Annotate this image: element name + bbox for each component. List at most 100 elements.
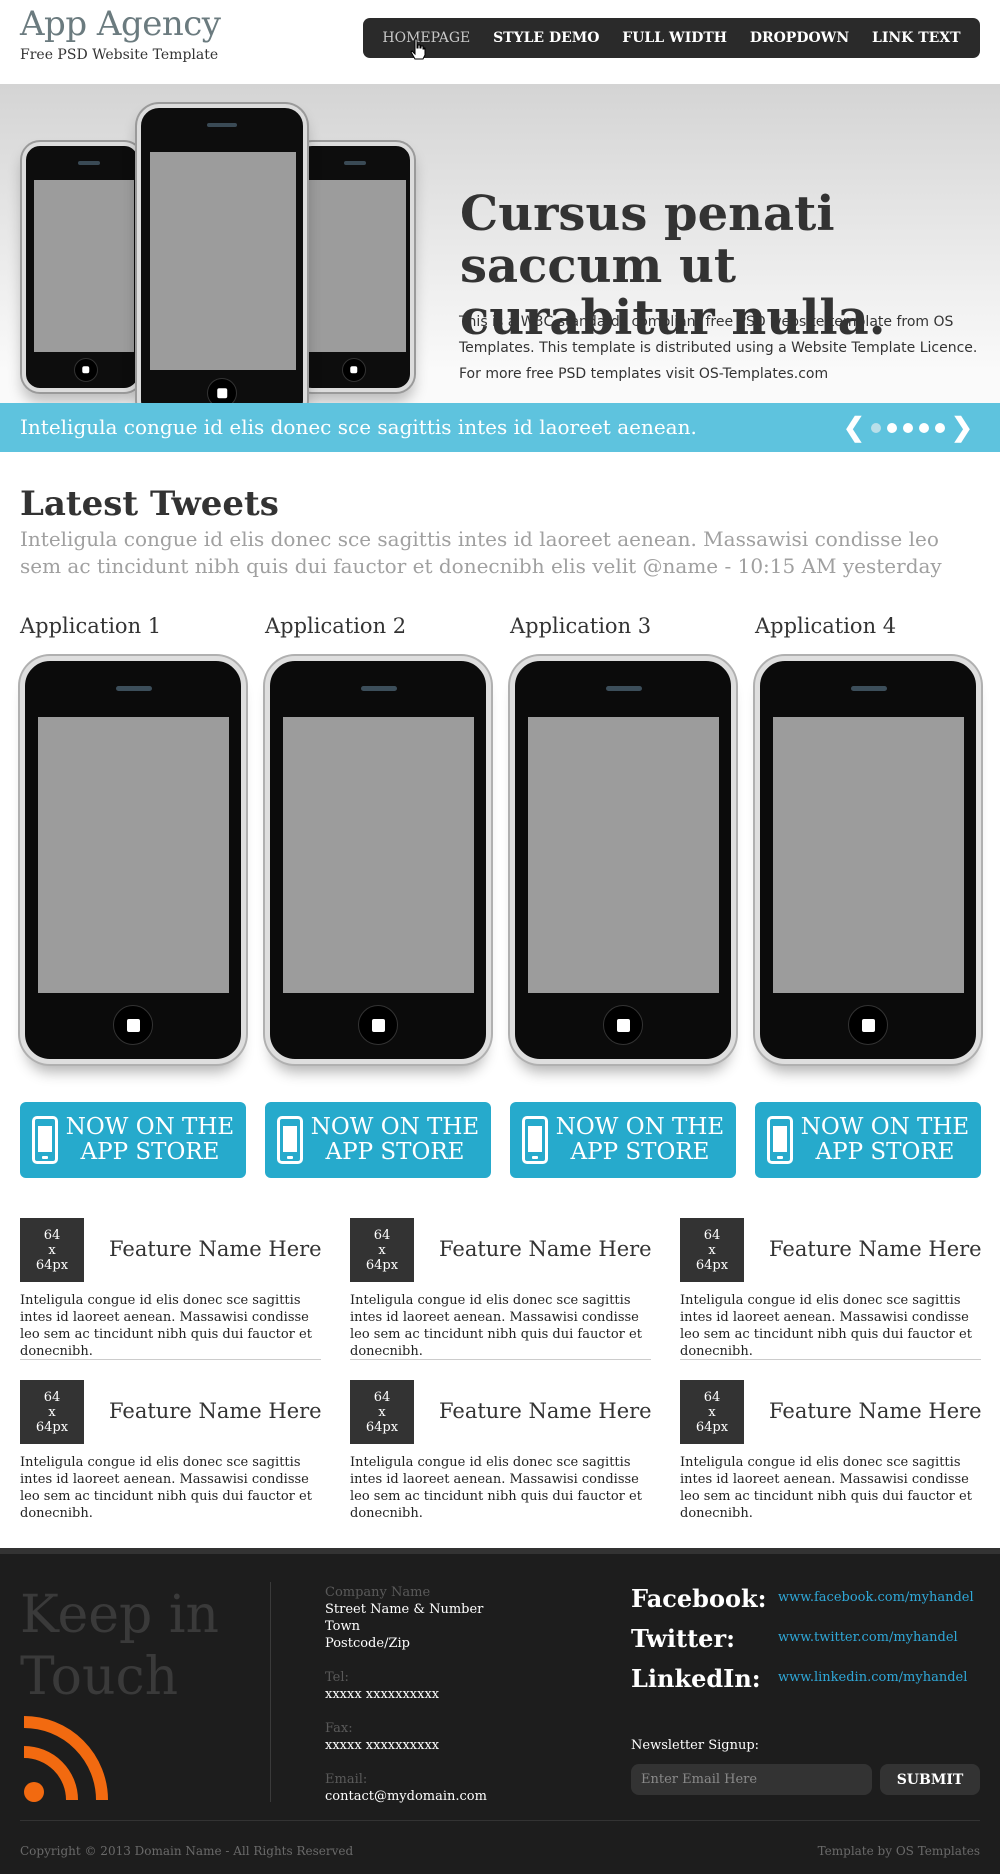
app-store-label: NOW ON THE APP STORE	[555, 1114, 725, 1165]
app-card: Application 3 NOW ON THE APP STORE	[510, 614, 736, 1178]
newsletter-submit-button[interactable]: SUBMIT	[880, 1764, 980, 1795]
fax-value: xxxxx xxxxxxxxxx	[325, 1738, 440, 1753]
app-title[interactable]: Application 4	[755, 614, 981, 656]
social-links: Facebook: www.facebook.com/myhandel Twit…	[631, 1584, 991, 1704]
app-store-button[interactable]: NOW ON THE APP STORE	[510, 1102, 736, 1178]
feature-name[interactable]: Feature Name Here	[109, 1237, 322, 1261]
feature-description: Inteligula congue id elis donec sce sagi…	[350, 1293, 642, 1359]
slider-dot[interactable]	[919, 423, 930, 433]
app-store-label: NOW ON THE APP STORE	[310, 1114, 480, 1165]
site-title[interactable]: App Agency	[20, 4, 221, 44]
slider-dot[interactable]	[870, 423, 881, 433]
fax-label: Fax:	[325, 1721, 353, 1736]
divider	[20, 1820, 980, 1821]
feature-icon: 64 x 64px	[20, 1380, 84, 1444]
twitter-link[interactable]: www.twitter.com/myhandel	[778, 1630, 958, 1645]
feature-description: Inteligula congue id elis donec sce sagi…	[20, 1455, 312, 1521]
phone-image-center	[137, 104, 307, 403]
feature-description: Inteligula congue id elis donec sce sagi…	[350, 1455, 642, 1521]
social-row-facebook: Facebook: www.facebook.com/myhandel	[631, 1584, 991, 1624]
tweets-heading: Latest Tweets	[20, 484, 279, 524]
email-link[interactable]: contact@mydomain.com	[325, 1788, 585, 1805]
slider-caption: Inteligula congue id elis donec sce sagi…	[20, 415, 697, 439]
phone-icon	[277, 1116, 303, 1164]
app-card: Application 4 NOW ON THE APP STORE	[755, 614, 981, 1178]
feature-name[interactable]: Feature Name Here	[109, 1399, 322, 1423]
phone-icon	[767, 1116, 793, 1164]
email-label: Email:	[325, 1772, 368, 1787]
slider-dot[interactable]	[886, 423, 897, 433]
feature-name[interactable]: Feature Name Here	[769, 1399, 982, 1423]
phone-image	[510, 656, 736, 1064]
hero-description: This is a W3C standards compliant free P…	[459, 314, 978, 382]
tweet-text: Inteligula congue id elis donec sce sagi…	[20, 527, 942, 578]
divider	[20, 1359, 321, 1360]
divider	[350, 1359, 651, 1360]
app-card: Application 2 NOW ON THE APP STORE	[265, 614, 491, 1178]
app-store-button[interactable]: NOW ON THE APP STORE	[755, 1102, 981, 1178]
site-header: App Agency Free PSD Website Template HOM…	[0, 0, 1000, 84]
hand-cursor-icon	[410, 38, 426, 60]
newsletter-email-input[interactable]	[631, 1764, 872, 1795]
app-store-button[interactable]: NOW ON THE APP STORE	[265, 1102, 491, 1178]
app-title[interactable]: Application 3	[510, 614, 736, 656]
copyright-text: Copyright © 2013 Domain Name - All Right…	[20, 1844, 354, 1858]
chevron-right-icon[interactable]: ❯	[951, 415, 973, 441]
app-store-label: NOW ON THE APP STORE	[65, 1114, 235, 1165]
app-title[interactable]: Application 1	[20, 614, 246, 656]
slider-dot[interactable]	[902, 423, 913, 433]
social-row-linkedin: LinkedIn: www.linkedin.com/myhandel	[631, 1664, 991, 1704]
hero-banner: Cursus penati saccum ut curabitur nulla.…	[0, 84, 1000, 403]
rss-icon[interactable]	[20, 1712, 112, 1804]
slider-controls: ❮ ❯	[843, 415, 973, 441]
phone-image	[20, 656, 246, 1064]
feature-icon: 64 x 64px	[20, 1218, 84, 1282]
tel-value: xxxxx xxxxxxxxxx	[325, 1687, 440, 1702]
main-nav: HOMEPAGE STYLE DEMO FULL WIDTH DROPDOWN …	[363, 18, 980, 58]
slider-dot[interactable]	[935, 423, 946, 433]
phone-image-right	[294, 142, 414, 392]
feature-description: Inteligula congue id elis donec sce sagi…	[680, 1293, 972, 1359]
company-name: Company Name	[325, 1585, 431, 1600]
feature-icon: 64 x 64px	[680, 1218, 744, 1282]
social-name: Facebook:	[631, 1584, 767, 1613]
feature-name[interactable]: Feature Name Here	[769, 1237, 982, 1261]
divider	[680, 1359, 981, 1360]
app-card: Application 1 NOW ON THE APP STORE	[20, 614, 246, 1178]
feature-icon: 64 x 64px	[350, 1218, 414, 1282]
contact-details: Company Name Street Name & Number Town P…	[325, 1584, 585, 1805]
nav-item-full-width[interactable]: FULL WIDTH	[622, 30, 727, 46]
social-name: LinkedIn:	[631, 1664, 761, 1693]
street-address: Street Name & Number	[325, 1602, 484, 1617]
newsletter-label: Newsletter Signup:	[631, 1738, 760, 1753]
social-name: Twitter:	[631, 1624, 735, 1653]
feature-name[interactable]: Feature Name Here	[439, 1399, 652, 1423]
feature-name[interactable]: Feature Name Here	[439, 1237, 652, 1261]
tel-label: Tel:	[325, 1670, 349, 1685]
nav-item-style-demo[interactable]: STYLE DEMO	[493, 30, 599, 46]
chevron-left-icon[interactable]: ❮	[843, 415, 865, 441]
slider-caption-bar: Inteligula congue id elis donec sce sagi…	[0, 403, 1000, 452]
site-subtitle: Free PSD Website Template	[20, 47, 219, 63]
social-row-twitter: Twitter: www.twitter.com/myhandel	[631, 1624, 991, 1664]
app-store-button[interactable]: NOW ON THE APP STORE	[20, 1102, 246, 1178]
facebook-link[interactable]: www.facebook.com/myhandel	[778, 1590, 974, 1605]
nav-item-homepage[interactable]: HOMEPAGE	[382, 30, 470, 46]
app-title[interactable]: Application 2	[265, 614, 491, 656]
app-store-label: NOW ON THE APP STORE	[800, 1114, 970, 1165]
phone-icon	[522, 1116, 548, 1164]
phone-image	[755, 656, 981, 1064]
nav-item-link-text[interactable]: LINK TEXT	[872, 30, 961, 46]
footer-heading: Keep in Touch	[20, 1585, 219, 1707]
phone-image	[265, 656, 491, 1064]
phone-image-left	[22, 142, 142, 392]
town: Town	[325, 1619, 360, 1634]
site-footer: Keep in Touch Company Name Street Name &…	[0, 1548, 1000, 1874]
nav-item-dropdown[interactable]: DROPDOWN	[750, 30, 849, 46]
linkedin-link[interactable]: www.linkedin.com/myhandel	[778, 1670, 967, 1685]
postcode: Postcode/Zip	[325, 1636, 410, 1651]
feature-description: Inteligula congue id elis donec sce sagi…	[680, 1455, 972, 1521]
feature-description: Inteligula congue id elis donec sce sagi…	[20, 1293, 312, 1359]
template-credit-link[interactable]: Template by OS Templates	[818, 1844, 980, 1858]
feature-icon: 64 x 64px	[680, 1380, 744, 1444]
